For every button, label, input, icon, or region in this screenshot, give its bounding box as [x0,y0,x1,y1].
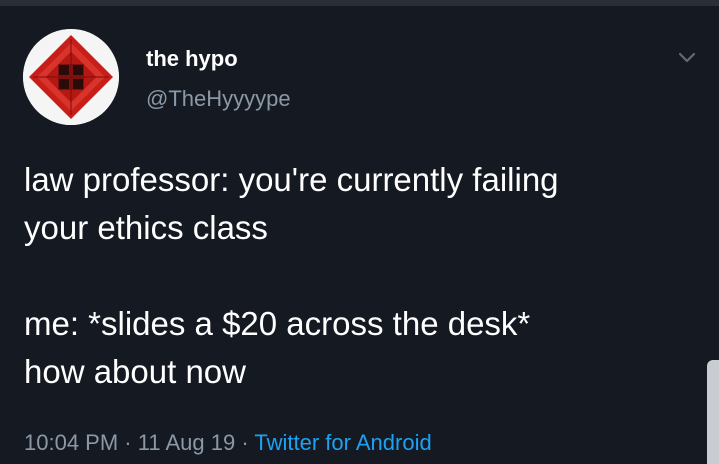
author-display-name[interactable]: the hypo [146,46,238,72]
avatar[interactable] [23,29,119,125]
separator-dot: · [124,430,132,455]
tweet-text-line: me: *slides a $20 across the desk* [24,305,531,342]
tweet-metadata: 10:04 PM · 11 Aug 19 · Twitter for Andro… [24,430,432,456]
scrollbar[interactable] [707,360,719,464]
tweet-text-line: your ethics class [24,209,268,246]
tweet-text-line: how about now [24,353,246,390]
tweet-source-link[interactable]: Twitter for Android [254,430,431,455]
chevron-down-icon[interactable] [676,50,698,66]
tweet-date: 11 Aug 19 [137,430,236,455]
tweet-text: law professor: you're currently failing … [24,156,704,396]
red-diamond-seal-icon [23,29,119,125]
author-handle[interactable]: @TheHyyyype [146,86,291,112]
tweet-text-line: law professor: you're currently failing [24,161,559,198]
tweet-time: 10:04 PM [24,430,119,455]
separator-dot: · [241,430,249,455]
tweet-card: the hypo @TheHyyyype law professor: you'… [0,6,719,464]
